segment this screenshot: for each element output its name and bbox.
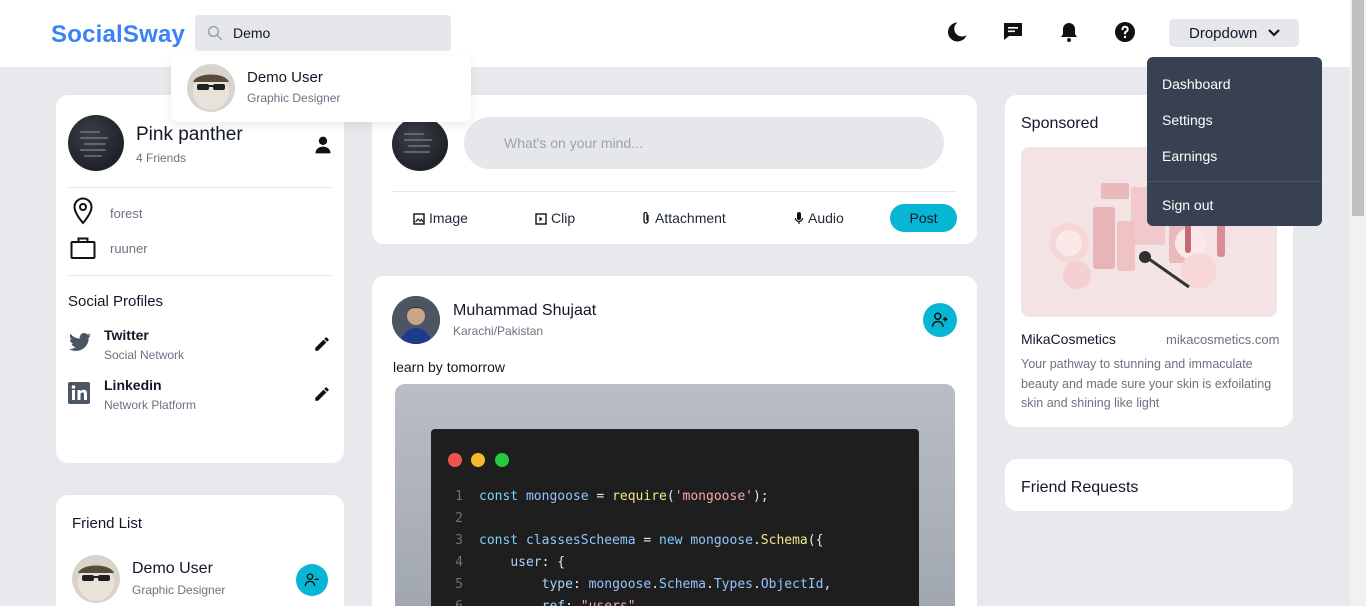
scrollbar-thumb[interactable] xyxy=(1352,0,1364,216)
linkedin-icon xyxy=(68,382,90,404)
friend-list-title: Friend List xyxy=(72,515,143,532)
clip-icon xyxy=(535,213,547,225)
social-type-linkedin: Network Platform xyxy=(104,398,197,412)
profile-occupation: ruuner xyxy=(110,241,148,256)
search-icon xyxy=(207,25,223,41)
whats-on-your-mind-input[interactable]: What's on your mind... xyxy=(464,117,944,169)
social-type-twitter: Social Network xyxy=(104,348,185,362)
bell-icon[interactable] xyxy=(1057,20,1081,44)
menu-divider xyxy=(1147,181,1322,182)
dropdown-label: Dropdown xyxy=(1189,25,1258,42)
post-text: learn by tomorrow xyxy=(393,359,506,375)
sponsored-url[interactable]: mikacosmetics.com xyxy=(1166,332,1279,347)
search-input[interactable] xyxy=(233,15,443,51)
friend-name[interactable]: Demo User xyxy=(132,560,213,578)
action-audio-label: Audio xyxy=(808,210,844,226)
post-author-name[interactable]: Muhammad Shujaat xyxy=(453,302,596,320)
chat-icon[interactable] xyxy=(1001,20,1025,44)
paperclip-icon xyxy=(643,211,649,224)
profile-location: forest xyxy=(110,206,143,221)
window-dot-yellow xyxy=(471,453,485,467)
action-attachment-label: Attachment xyxy=(655,210,726,226)
briefcase-icon xyxy=(70,237,96,259)
profile-avatar[interactable] xyxy=(68,115,124,171)
menu-item-dashboard[interactable]: Dashboard xyxy=(1162,76,1231,92)
social-profiles-title: Social Profiles xyxy=(68,293,164,310)
brand-logo[interactable]: SocialSway xyxy=(51,21,185,49)
divider xyxy=(68,275,332,276)
user-minus-icon xyxy=(304,573,319,587)
divider xyxy=(392,191,957,192)
action-audio[interactable]: Audio xyxy=(794,210,844,226)
sponsored-title: Sponsored xyxy=(1021,115,1099,132)
friend-action-button[interactable] xyxy=(296,564,328,596)
window-dot-green xyxy=(495,453,509,467)
post-button[interactable]: Post xyxy=(890,204,957,232)
friend-requests-title: Friend Requests xyxy=(1021,479,1139,496)
code-snippet-image: 1 const mongoose = require('mongoose'); 2… xyxy=(431,429,919,606)
sponsored-description: Your pathway to stunning and immaculate … xyxy=(1021,357,1272,410)
post-author-avatar[interactable] xyxy=(392,296,440,344)
menu-item-signout[interactable]: Sign out xyxy=(1162,197,1213,213)
profile-friends-count: 4 Friends xyxy=(136,151,187,165)
user-icon[interactable] xyxy=(313,135,333,155)
search-box[interactable] xyxy=(195,15,451,51)
profile-name: Pink panther xyxy=(136,124,243,145)
dropdown-button[interactable]: Dropdown xyxy=(1169,19,1299,47)
action-attachment[interactable]: Attachment xyxy=(641,210,726,226)
social-name-linkedin[interactable]: Linkedin xyxy=(104,377,162,393)
friend-list-card: Friend List Demo User Graphic Designer xyxy=(56,495,344,606)
user-plus-icon xyxy=(931,312,948,327)
search-results-dropdown: Demo User Graphic Designer xyxy=(171,55,471,122)
help-icon[interactable] xyxy=(1113,20,1137,44)
action-image-label: Image xyxy=(429,210,468,226)
window-dot-red xyxy=(448,453,462,467)
edit-pencil-icon[interactable] xyxy=(313,385,331,403)
microphone-icon xyxy=(794,212,804,224)
search-result-role: Graphic Designer xyxy=(247,91,341,105)
composer-avatar xyxy=(392,117,448,171)
post-author-location: Karachi/Pakistan xyxy=(453,324,544,338)
image-icon xyxy=(413,213,425,225)
add-friend-button[interactable] xyxy=(923,303,957,337)
action-clip[interactable]: Clip xyxy=(535,210,575,226)
dropdown-menu: Dashboard Settings Earnings Sign out xyxy=(1147,57,1322,226)
search-result-name: Demo User xyxy=(247,69,323,86)
action-clip-label: Clip xyxy=(551,210,576,226)
friend-role: Graphic Designer xyxy=(132,583,226,597)
friend-requests-card: Friend Requests xyxy=(1005,459,1293,511)
moon-icon[interactable] xyxy=(945,20,969,44)
twitter-icon xyxy=(69,333,91,351)
friend-avatar[interactable] xyxy=(72,555,120,603)
menu-item-earnings[interactable]: Earnings xyxy=(1162,148,1217,164)
edit-pencil-icon[interactable] xyxy=(313,335,331,353)
search-result-item[interactable]: Demo User Graphic Designer xyxy=(171,55,471,122)
location-icon xyxy=(73,197,93,225)
sponsored-brand[interactable]: MikaCosmetics xyxy=(1021,331,1116,347)
action-image[interactable]: Image xyxy=(413,210,468,226)
profile-card: Pink panther 4 Friends forest ruuner Soc… xyxy=(56,95,344,463)
chevron-down-icon xyxy=(1268,29,1280,37)
menu-item-settings[interactable]: Settings xyxy=(1162,112,1213,128)
search-result-avatar xyxy=(187,64,235,112)
social-name-twitter[interactable]: Twitter xyxy=(104,327,149,343)
composer-placeholder: What's on your mind... xyxy=(504,135,643,151)
divider xyxy=(68,187,332,188)
